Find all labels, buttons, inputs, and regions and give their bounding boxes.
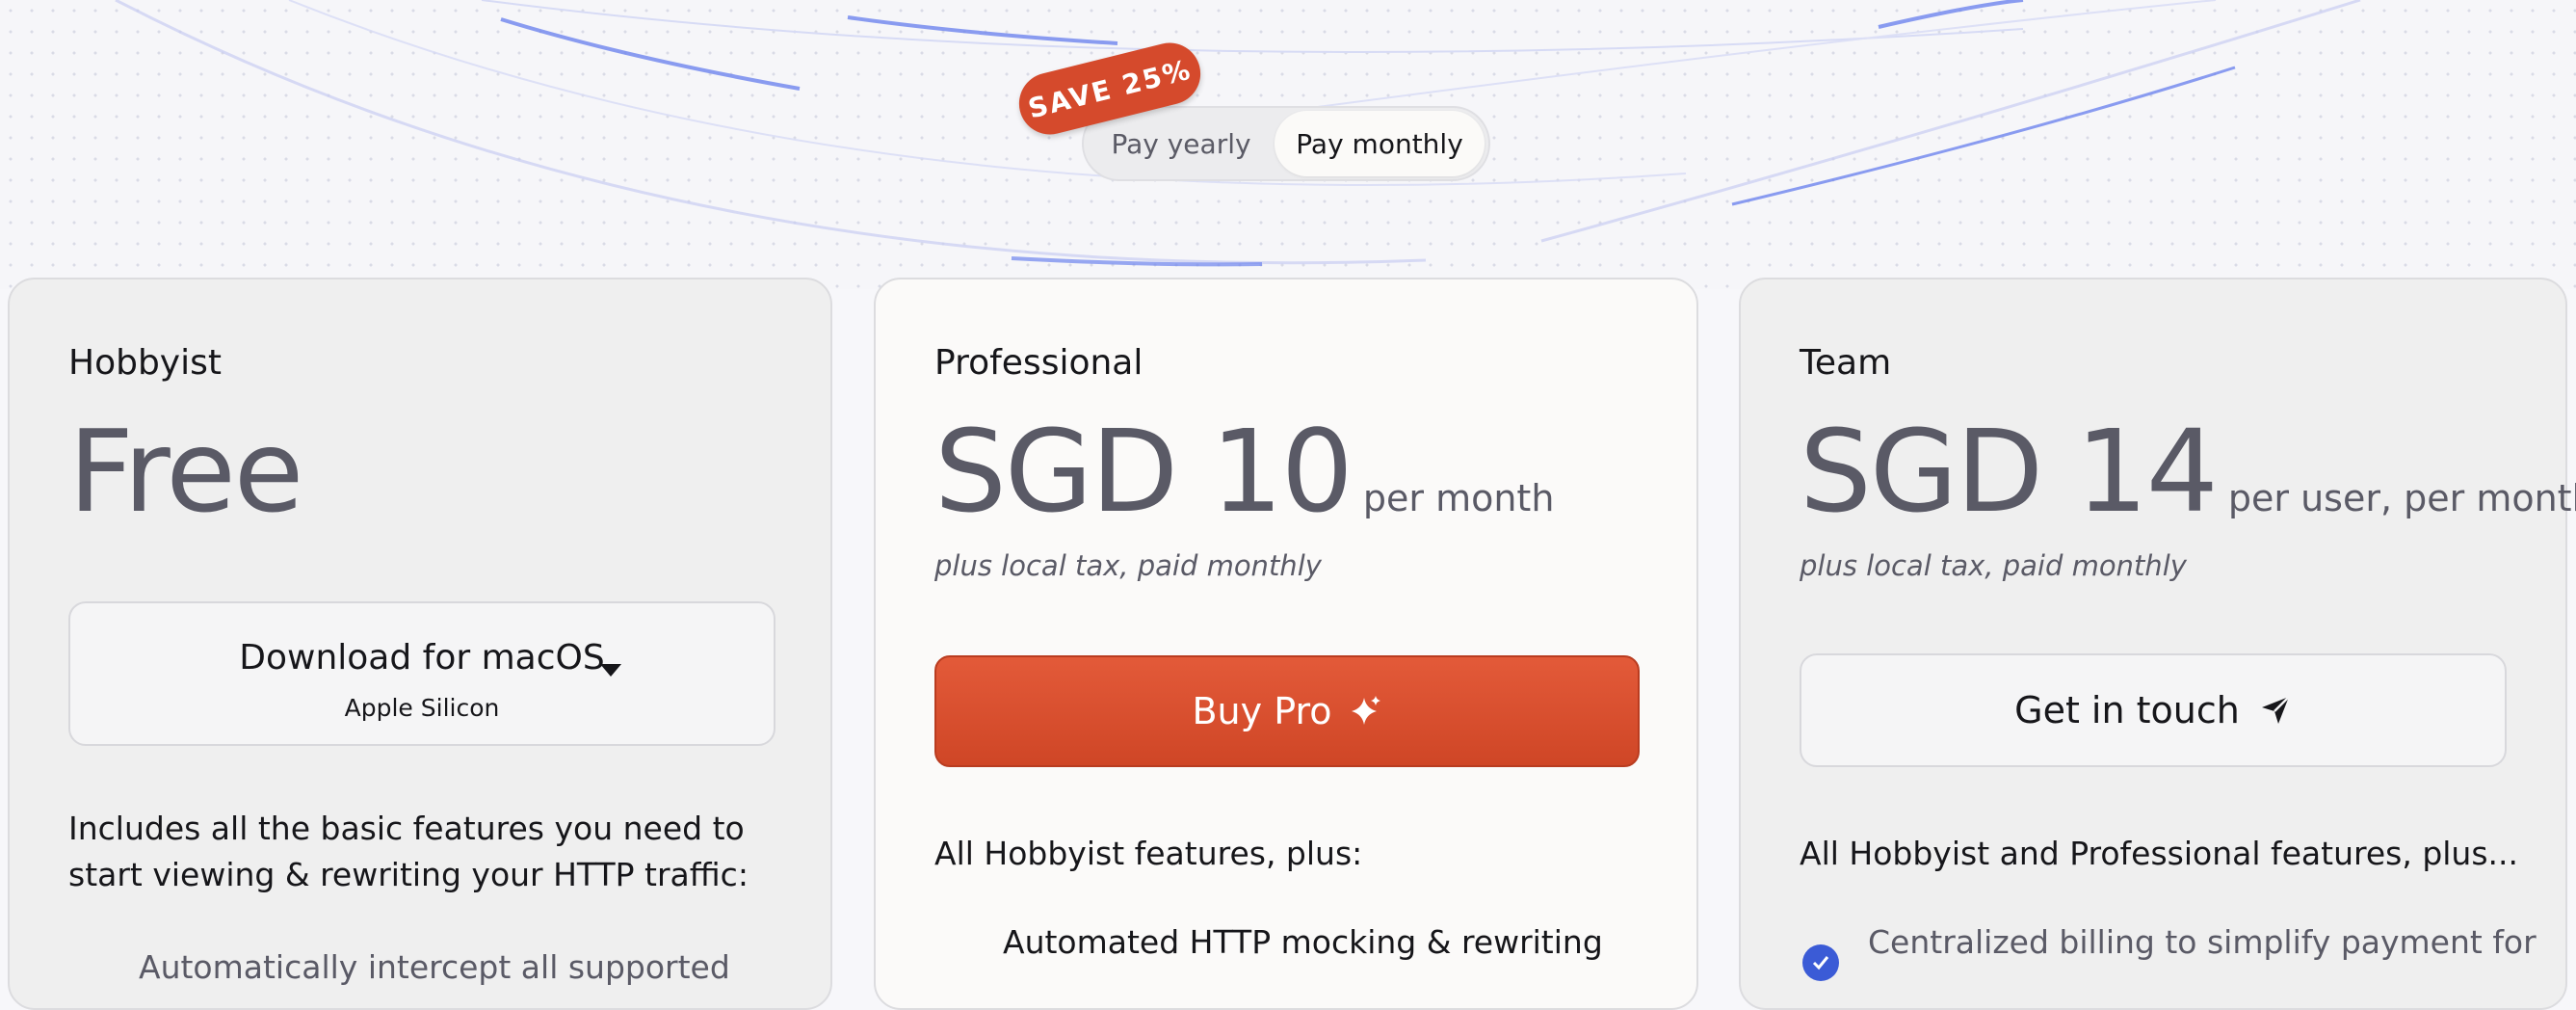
plan-card-team: Team SGD 14 per user, per month plus loc… — [1739, 278, 2576, 1010]
price-row: SGD 14 per user, per month — [1800, 414, 2576, 528]
feature-item: Automatically intercept all supported — [139, 948, 730, 986]
caret-down-icon[interactable] — [598, 661, 623, 678]
download-label: Download for macOS — [239, 638, 605, 678]
features-intro: All Hobbyist and Professional features, … — [1800, 835, 2519, 872]
plan-name: Professional — [934, 343, 1143, 383]
sparkle-icon — [1351, 696, 1380, 725]
tax-note: plus local tax, paid monthly — [934, 549, 1322, 582]
plan-card-professional: Professional SGD 10 per month plus local… — [874, 278, 1698, 1010]
price-row: SGD 10 per month — [934, 414, 1554, 528]
features-intro: All Hobbyist features, plus: — [934, 835, 1363, 872]
get-in-touch-button[interactable]: Get in touch — [1800, 653, 2507, 767]
pay-yearly-option[interactable]: Pay yearly — [1088, 111, 1275, 176]
download-macos-button[interactable]: Download for macOS Apple Silicon — [68, 601, 775, 746]
plan-price: SGD 10 — [934, 405, 1354, 538]
plan-price: Free — [68, 405, 303, 538]
plan-price: SGD 14 — [1800, 405, 2219, 538]
download-sublabel: Apple Silicon — [344, 694, 500, 722]
buy-pro-button[interactable]: Buy Pro — [934, 655, 1640, 767]
price-period: per user, per month — [2227, 477, 2576, 519]
feature-item: Centralized billing to simplify payment … — [1868, 923, 2537, 961]
plan-name: Team — [1800, 343, 1892, 383]
plan-card-hobbyist: Hobbyist Free Download for macOS Apple S… — [8, 278, 832, 1010]
pay-monthly-option[interactable]: Pay monthly — [1275, 111, 1485, 176]
tax-note: plus local tax, paid monthly — [1800, 549, 2187, 582]
send-icon — [2261, 696, 2290, 724]
feature-item: Automated HTTP mocking & rewriting — [1003, 923, 1603, 961]
buy-pro-label: Buy Pro — [1192, 690, 1332, 732]
billing-period-toggle[interactable]: Pay yearly Pay monthly — [1082, 106, 1490, 181]
get-in-touch-label: Get in touch — [2014, 689, 2240, 731]
features-intro: Includes all the basic features you need… — [68, 810, 749, 893]
check-icon — [1802, 944, 1839, 981]
plan-name: Hobbyist — [68, 343, 222, 383]
price-period: per month — [1362, 477, 1555, 519]
price-row: Free — [68, 405, 303, 538]
